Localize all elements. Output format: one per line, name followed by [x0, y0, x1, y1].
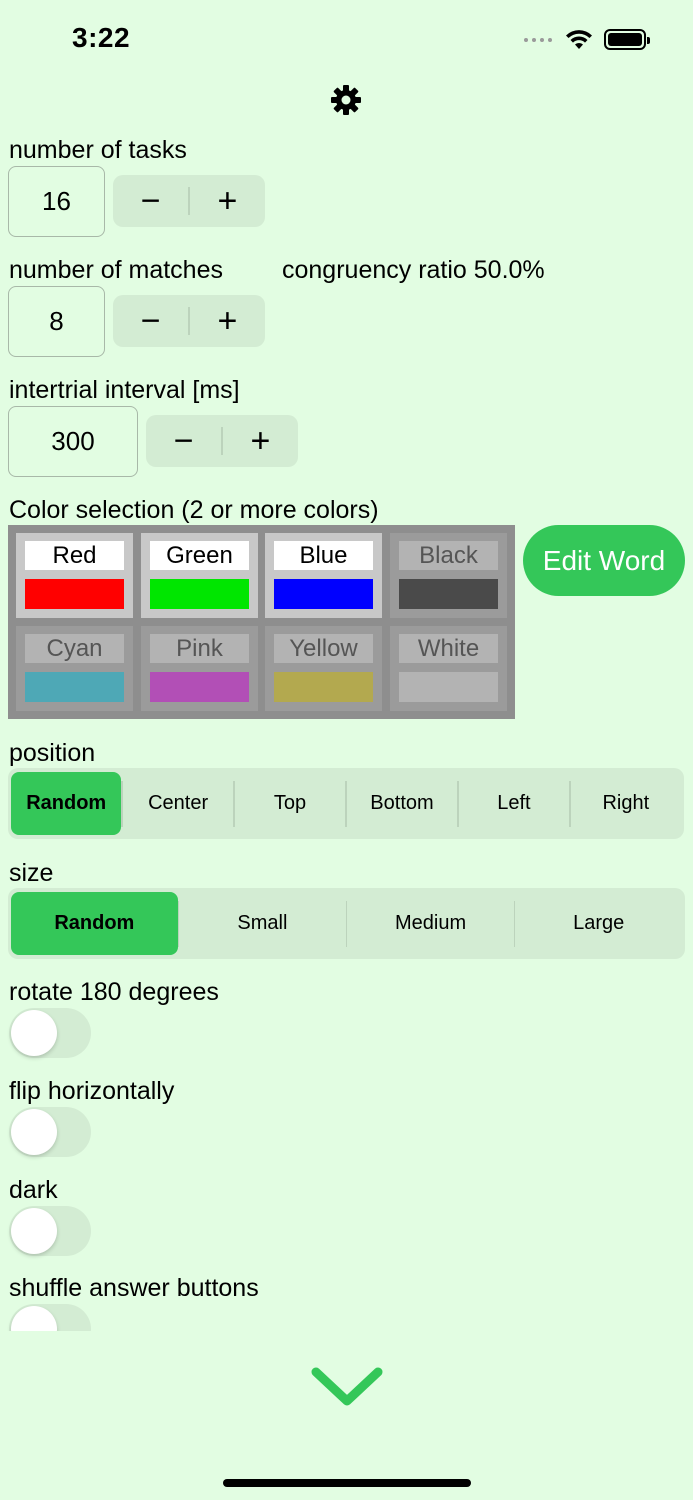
color-name: White	[399, 634, 498, 663]
edit-word-button[interactable]: Edit Word	[523, 525, 685, 596]
matches-label: number of matches	[9, 256, 223, 284]
matches-value-field[interactable]: 8	[8, 286, 105, 357]
color-swatch	[150, 672, 249, 702]
size-label: size	[9, 859, 54, 887]
color-cell-cyan[interactable]: Cyan	[16, 626, 133, 711]
interval-decrement-button[interactable]: −	[146, 415, 221, 467]
interval-increment-button[interactable]: +	[223, 415, 298, 467]
rotate-toggle[interactable]	[9, 1008, 91, 1058]
scroll-clip	[0, 1300, 693, 1331]
color-selection-label: Color selection (2 or more colors)	[9, 496, 379, 524]
position-label: position	[9, 739, 96, 767]
color-swatch	[25, 672, 124, 702]
wifi-icon	[566, 30, 592, 49]
color-swatch	[150, 579, 249, 609]
color-swatch	[399, 672, 498, 702]
color-cell-blue[interactable]: Blue	[265, 533, 382, 618]
color-swatch	[274, 672, 373, 702]
color-name: Black	[399, 541, 498, 570]
battery-icon	[604, 29, 650, 50]
color-cell-black[interactable]: Black	[390, 533, 507, 618]
color-grid: Red Green Blue Black Cyan Pink Yellow Wh…	[8, 525, 515, 719]
color-name: Green	[150, 541, 249, 570]
home-indicator	[223, 1479, 471, 1487]
color-name: Yellow	[274, 634, 373, 663]
congruency-ratio-text: congruency ratio 50.0%	[282, 256, 545, 284]
interval-value-field[interactable]: 300	[8, 406, 138, 477]
matches-increment-button[interactable]: +	[190, 295, 265, 347]
shuffle-toggle[interactable]	[9, 1304, 91, 1331]
gear-icon[interactable]	[330, 84, 362, 116]
color-swatch	[274, 579, 373, 609]
color-name: Cyan	[25, 634, 124, 663]
tasks-label: number of tasks	[9, 136, 187, 164]
position-option-random[interactable]: Random	[11, 772, 122, 835]
color-name: Red	[25, 541, 124, 570]
color-cell-red[interactable]: Red	[16, 533, 133, 618]
size-option-random[interactable]: Random	[11, 892, 178, 955]
color-cell-pink[interactable]: Pink	[141, 626, 258, 711]
position-option-top[interactable]: Top	[235, 772, 345, 835]
chevron-down-icon[interactable]	[310, 1365, 384, 1409]
tasks-decrement-button[interactable]: −	[113, 175, 188, 227]
size-segmented-control: Random Small Medium Large	[8, 888, 685, 959]
position-option-center[interactable]: Center	[123, 772, 233, 835]
cellular-signal-icon	[524, 38, 552, 42]
matches-decrement-button[interactable]: −	[113, 295, 188, 347]
flip-label: flip horizontally	[9, 1077, 175, 1105]
tasks-stepper: − +	[113, 175, 265, 227]
flip-toggle[interactable]	[9, 1107, 91, 1157]
dark-toggle[interactable]	[9, 1206, 91, 1256]
color-swatch	[25, 579, 124, 609]
interval-stepper: − +	[146, 415, 298, 467]
color-cell-green[interactable]: Green	[141, 533, 258, 618]
tasks-increment-button[interactable]: +	[190, 175, 265, 227]
status-time: 3:22	[72, 22, 131, 53]
size-option-small[interactable]: Small	[179, 892, 346, 955]
color-swatch	[399, 579, 498, 609]
position-option-bottom[interactable]: Bottom	[347, 772, 457, 835]
rotate-label: rotate 180 degrees	[9, 978, 219, 1006]
matches-stepper: − +	[113, 295, 265, 347]
size-option-large[interactable]: Large	[515, 892, 682, 955]
color-name: Pink	[150, 634, 249, 663]
shuffle-label: shuffle answer buttons	[9, 1274, 259, 1302]
dark-label: dark	[9, 1176, 58, 1204]
position-option-right[interactable]: Right	[571, 772, 681, 835]
color-cell-yellow[interactable]: Yellow	[265, 626, 382, 711]
tasks-value-field[interactable]: 16	[8, 166, 105, 237]
size-option-medium[interactable]: Medium	[347, 892, 514, 955]
position-option-left[interactable]: Left	[459, 772, 569, 835]
color-name: Blue	[274, 541, 373, 570]
position-segmented-control: Random Center Top Bottom Left Right	[8, 768, 684, 839]
interval-label: intertrial interval [ms]	[9, 376, 240, 404]
color-cell-white[interactable]: White	[390, 626, 507, 711]
